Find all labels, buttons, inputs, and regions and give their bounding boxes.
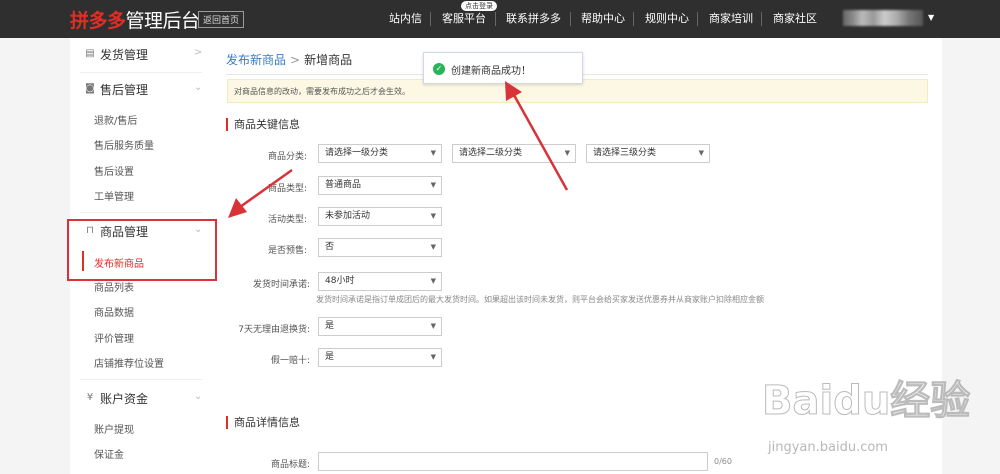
- sidebar-divider: [80, 212, 202, 213]
- caret-down-icon: ▼: [430, 212, 436, 220]
- sidebar-item-after-sales-settings[interactable]: 售后设置: [94, 163, 134, 178]
- caret-down-icon: ▼: [698, 149, 704, 157]
- sidebar-item-product-list[interactable]: 商品列表: [94, 279, 134, 294]
- category-level2-value: 请选择二级分类: [459, 148, 523, 158]
- nav-divider: [633, 12, 634, 26]
- sidebar-group-account-funds[interactable]: ¥ 账户资金 ⌄: [70, 386, 212, 412]
- caret-down-icon: ▼: [430, 322, 436, 330]
- nav-divider: [697, 12, 698, 26]
- chevron-down-icon: ⌄: [194, 391, 203, 402]
- main-content: 发布新商品 > 新增商品 对商品信息的改动，需要发布成功之后才会生效。 商品关键信息…: [212, 38, 942, 474]
- caret-down-icon: ▼: [430, 277, 436, 285]
- breadcrumb-parent-link[interactable]: 发布新商品: [226, 53, 286, 67]
- category-level1-select[interactable]: 请选择一级分类 ▼: [318, 144, 442, 163]
- sidebar-item-deposit[interactable]: 保证金: [94, 446, 124, 461]
- yen-icon: ¥: [86, 392, 94, 403]
- sidebar-item-product-data[interactable]: 商品数据: [94, 304, 134, 319]
- breadcrumb-separator: >: [290, 53, 301, 67]
- product-title-input[interactable]: [318, 452, 708, 471]
- presale-select[interactable]: 否 ▼: [318, 238, 442, 257]
- sidebar-group-label: 售后管理: [100, 83, 149, 97]
- user-avatar[interactable]: [843, 10, 923, 26]
- sidebar-group-label: 发货管理: [100, 48, 149, 62]
- nav-contact[interactable]: 联系拼多多: [506, 0, 561, 38]
- ship-time-label: 发货时间承诺:: [252, 280, 310, 290]
- sidebar-divider: [80, 72, 202, 73]
- user-menu-caret-icon[interactable]: ▼: [928, 13, 934, 22]
- activity-type-value: 未参加活动: [325, 211, 371, 221]
- back-home-button[interactable]: 返回首页: [198, 11, 245, 28]
- sidebar-group-label: 账户资金: [100, 392, 149, 406]
- check-circle-icon: ✓: [433, 63, 445, 75]
- category-level3-select[interactable]: 请选择三级分类 ▼: [586, 144, 710, 163]
- caret-down-icon: ▼: [430, 149, 436, 157]
- activity-type-select[interactable]: 未参加活动 ▼: [318, 207, 442, 226]
- nav-merchant-training[interactable]: 商家培训: [709, 0, 753, 38]
- product-title-counter: 0/60: [714, 457, 732, 466]
- nav-messages[interactable]: 站内信: [389, 0, 422, 38]
- seven-day-return-select[interactable]: 是 ▼: [318, 317, 442, 336]
- breadcrumb: 发布新商品 > 新增商品: [226, 51, 352, 68]
- sidebar-item-tickets[interactable]: 工单管理: [94, 188, 134, 203]
- box-icon: ▤: [85, 48, 95, 59]
- sidebar-group-shipping[interactable]: ▤ 发货管理 >: [70, 42, 212, 68]
- login-badge[interactable]: 点击登录: [461, 1, 497, 11]
- presale-value: 否: [325, 242, 335, 252]
- caret-down-icon: ▼: [430, 243, 436, 251]
- sidebar-item-reviews[interactable]: 评价管理: [94, 330, 134, 345]
- category-level2-select[interactable]: 请选择二级分类 ▼: [452, 144, 576, 163]
- fake-compensation-select[interactable]: 是 ▼: [318, 348, 442, 367]
- shield-icon: ◙: [85, 83, 95, 94]
- ship-time-hint: 发货时间承诺是指订单成团后的最大发货时间。如果超出该时间未发货，则平台会给买家发…: [316, 295, 764, 304]
- caret-down-icon: ▼: [430, 353, 436, 361]
- seven-day-return-label: 7天无理由退换货:: [238, 325, 310, 335]
- breadcrumb-current: 新增商品: [304, 53, 353, 67]
- fake-compensation-label: 假一赔十:: [270, 356, 310, 366]
- logo-title: 管理后台: [125, 10, 201, 32]
- nav-help-center[interactable]: 帮助中心: [581, 0, 625, 38]
- category-level3-value: 请选择三级分类: [593, 148, 657, 158]
- toast-message: 创建新商品成功！: [451, 66, 531, 77]
- section-title-key-info: 商品关键信息: [226, 118, 300, 131]
- product-type-select[interactable]: 普通商品 ▼: [318, 176, 442, 195]
- chevron-right-icon: >: [194, 47, 203, 58]
- top-bar: 拼多多管理后台 返回首页 站内信 客服平台 点击登录 联系拼多多 帮助中心 规则…: [0, 0, 1000, 38]
- sidebar-item-service-quality[interactable]: 售后服务质量: [94, 137, 154, 152]
- caret-down-icon: ▼: [430, 181, 436, 189]
- product-type-label: 商品类型:: [267, 184, 307, 194]
- ship-time-select[interactable]: 48小时 ▼: [318, 272, 442, 291]
- activity-type-label: 活动类型:: [267, 215, 307, 225]
- product-title-label: 商品标题:: [270, 460, 310, 470]
- ship-time-value: 48小时: [325, 276, 355, 286]
- fake-compensation-value: 是: [325, 352, 335, 362]
- product-type-value: 普通商品: [325, 180, 362, 190]
- sidebar-group-after-sales[interactable]: ◙ 售后管理 ⌄: [70, 77, 212, 103]
- sidebar-item-store-recommend[interactable]: 店铺推荐位设置: [94, 355, 164, 370]
- sidebar-item-withdraw[interactable]: 账户提现: [94, 421, 134, 436]
- nav-merchant-community[interactable]: 商家社区: [773, 0, 817, 38]
- category-level1-value: 请选择一级分类: [325, 148, 389, 158]
- app-logo[interactable]: 拼多多管理后台: [70, 6, 200, 33]
- caret-down-icon: ▼: [564, 149, 570, 157]
- nav-divider: [495, 12, 496, 26]
- annotation-highlight-box: [67, 219, 217, 281]
- nav-divider: [761, 12, 762, 26]
- success-toast: ✓ 创建新商品成功！: [423, 52, 583, 84]
- nav-divider: [570, 12, 571, 26]
- presale-label: 是否预售:: [267, 246, 307, 256]
- sidebar-item-refunds[interactable]: 退款/售后: [94, 112, 137, 127]
- chevron-down-icon: ⌄: [194, 82, 203, 93]
- notice-text: 对商品信息的改动，需要发布成功之后才会生效。: [234, 87, 410, 96]
- seven-day-return-value: 是: [325, 321, 335, 331]
- section-title-detail-info: 商品详情信息: [226, 416, 300, 429]
- category-label: 商品分类:: [267, 152, 307, 162]
- sidebar-divider: [80, 379, 202, 380]
- nav-divider: [430, 12, 431, 26]
- logo-brand: 拼多多: [70, 10, 126, 32]
- nav-rules-center[interactable]: 规则中心: [645, 0, 689, 38]
